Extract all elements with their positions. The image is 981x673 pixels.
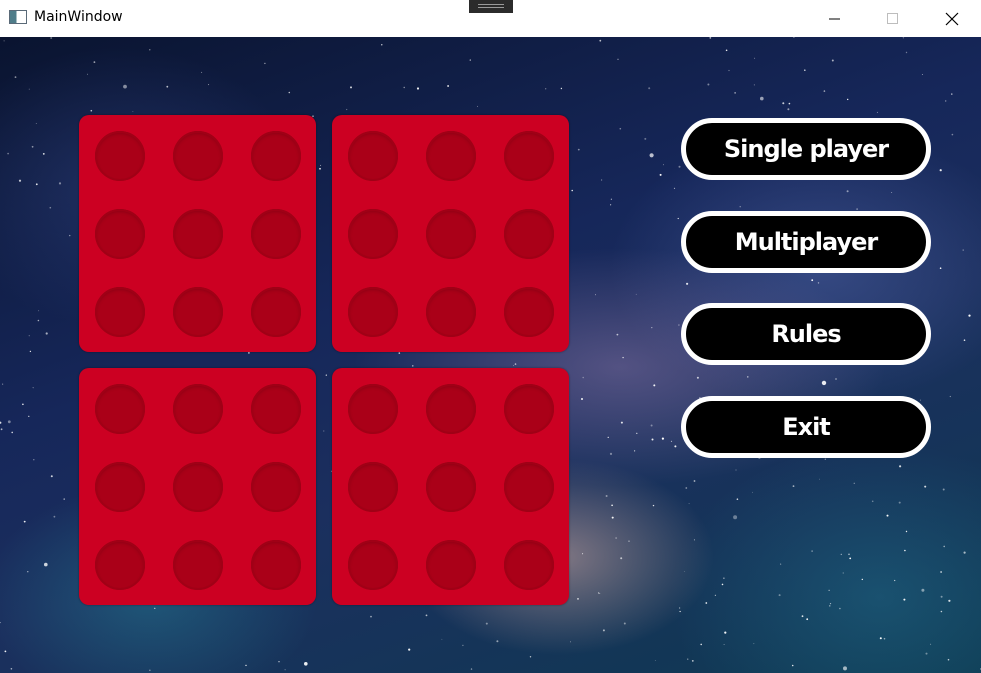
rules-button[interactable]: Rules	[681, 303, 931, 365]
board-tile	[79, 368, 316, 605]
board-hole[interactable]	[173, 384, 223, 434]
board-hole[interactable]	[95, 540, 145, 590]
board-hole[interactable]	[348, 131, 398, 181]
board-tile	[79, 115, 316, 352]
board-hole[interactable]	[251, 384, 301, 434]
multiplayer-button[interactable]: Multiplayer	[681, 211, 931, 273]
board-tile	[332, 368, 569, 605]
board-hole[interactable]	[348, 209, 398, 259]
minimize-icon	[829, 18, 840, 19]
board-hole[interactable]	[426, 131, 476, 181]
single-player-button[interactable]: Single player	[681, 118, 931, 180]
board-hole[interactable]	[173, 209, 223, 259]
exit-button[interactable]: Exit	[681, 396, 931, 458]
board-hole[interactable]	[95, 287, 145, 337]
board-hole[interactable]	[348, 540, 398, 590]
window-title: MainWindow	[34, 9, 123, 25]
minimize-button[interactable]	[806, 0, 864, 37]
close-button[interactable]	[923, 0, 981, 37]
board-hole[interactable]	[504, 287, 554, 337]
maximize-icon	[887, 12, 898, 24]
board-hole[interactable]	[173, 131, 223, 181]
board-hole[interactable]	[348, 287, 398, 337]
board-hole[interactable]	[348, 384, 398, 434]
board-hole[interactable]	[95, 131, 145, 181]
board-hole[interactable]	[426, 287, 476, 337]
board-hole[interactable]	[504, 131, 554, 181]
board-hole[interactable]	[173, 540, 223, 590]
board-hole[interactable]	[251, 540, 301, 590]
board-tile	[332, 115, 569, 352]
board-hole[interactable]	[173, 462, 223, 512]
board-hole[interactable]	[426, 462, 476, 512]
board-hole[interactable]	[348, 462, 398, 512]
board-hole[interactable]	[173, 287, 223, 337]
board-hole[interactable]	[251, 287, 301, 337]
app-window-icon	[9, 10, 27, 24]
board-hole[interactable]	[95, 462, 145, 512]
board-hole[interactable]	[251, 131, 301, 181]
board-hole[interactable]	[251, 209, 301, 259]
board-hole[interactable]	[95, 209, 145, 259]
main-window: MainWindow Single player Multiplayer Rul	[0, 0, 981, 673]
board-hole[interactable]	[95, 384, 145, 434]
game-menu-area: Single player Multiplayer Rules Exit	[0, 37, 981, 673]
board-hole[interactable]	[251, 462, 301, 512]
board-hole[interactable]	[426, 384, 476, 434]
drag-grip-icon[interactable]	[469, 0, 513, 13]
board-hole[interactable]	[504, 384, 554, 434]
maximize-button[interactable]	[864, 0, 922, 37]
board-hole[interactable]	[426, 540, 476, 590]
board-hole[interactable]	[504, 540, 554, 590]
board-hole[interactable]	[504, 209, 554, 259]
title-bar[interactable]: MainWindow	[0, 0, 981, 37]
board-hole[interactable]	[426, 209, 476, 259]
close-icon	[945, 12, 959, 25]
board-hole[interactable]	[504, 462, 554, 512]
